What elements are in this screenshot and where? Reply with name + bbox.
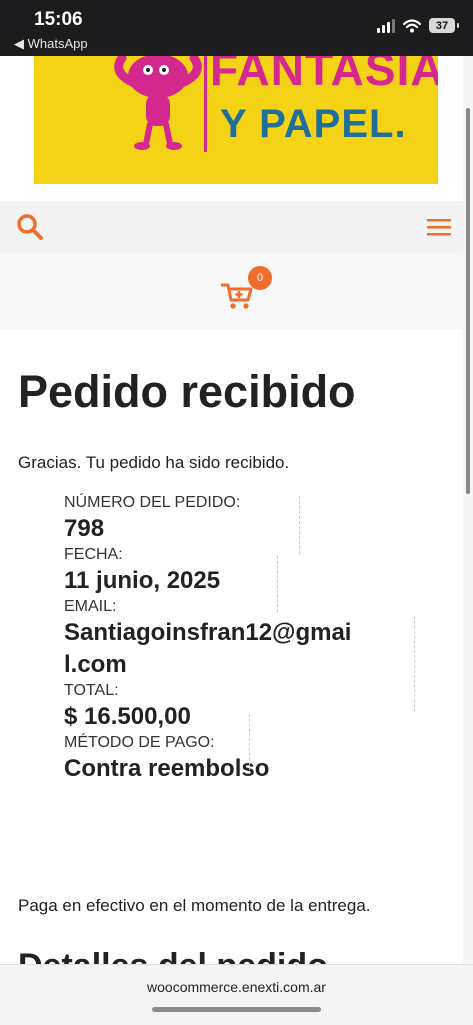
- logo-text-line1: FANTASIA: [210, 56, 438, 95]
- hamburger-menu-icon: [427, 219, 451, 236]
- monster-mascot-icon: [114, 56, 202, 150]
- cart-button[interactable]: [220, 282, 253, 310]
- order-email-value-line1: Santiagoinsfran12@gmai: [64, 619, 352, 646]
- back-to-whatsapp-link[interactable]: ◀ WhatsApp: [14, 36, 88, 52]
- logo-divider: [204, 56, 207, 152]
- thank-you-message: Gracias. Tu pedido ha sido recibido.: [18, 453, 290, 472]
- logo-text-line2: Y PAPEL.: [220, 102, 407, 146]
- order-number-label: NÚMERO DEL PEDIDO:: [64, 494, 241, 511]
- home-indicator[interactable]: [152, 1007, 321, 1012]
- separator-line: [277, 556, 278, 612]
- scrollbar-thumb[interactable]: [466, 108, 470, 494]
- separator-line: [414, 616, 415, 712]
- order-date-value: 11 junio, 2025: [64, 567, 221, 594]
- status-icons: 37: [377, 18, 459, 33]
- cart-count-badge: 0: [248, 266, 272, 290]
- battery-icon: 37: [429, 18, 459, 33]
- order-email-value-line2: l.com: [64, 651, 127, 678]
- page-domain[interactable]: woocommerce.enexti.com.ar: [0, 979, 473, 995]
- battery-level: 37: [435, 19, 449, 32]
- header-nav-bar: [0, 201, 463, 253]
- order-details-heading: Detalles del pedido: [18, 946, 328, 964]
- cart-icon: [220, 283, 253, 309]
- order-number-value: 798: [64, 515, 105, 542]
- payment-method-label: MÉTODO DE PAGO:: [64, 734, 215, 751]
- menu-button[interactable]: [427, 217, 451, 237]
- order-email-label: EMAIL:: [64, 598, 117, 615]
- signal-icon: [377, 18, 395, 33]
- separator-line: [249, 714, 250, 770]
- search-icon: [17, 214, 43, 240]
- browser-address-bar[interactable]: woocommerce.enexti.com.ar: [0, 964, 473, 1025]
- site-logo[interactable]: FANTASIA Y PAPEL.: [34, 56, 438, 184]
- separator-line: [299, 496, 300, 554]
- wifi-icon: [403, 18, 421, 32]
- page-title: Pedido recibido: [18, 366, 356, 417]
- cart-area: [0, 253, 463, 329]
- order-date-label: FECHA:: [64, 546, 123, 563]
- search-button[interactable]: [16, 213, 44, 241]
- status-bar: 15:06 ◀ WhatsApp 37: [0, 0, 473, 56]
- payment-instructions: Paga en efectivo en el momento de la ent…: [18, 896, 371, 915]
- order-total-value: $ 16.500,00: [64, 703, 191, 730]
- order-total-label: TOTAL:: [64, 682, 119, 699]
- payment-method-value: Contra reembolso: [64, 755, 270, 782]
- status-time: 15:06: [34, 9, 83, 30]
- order-overview: NÚMERO DEL PEDIDO: 798 FECHA: 11 junio, …: [64, 493, 424, 785]
